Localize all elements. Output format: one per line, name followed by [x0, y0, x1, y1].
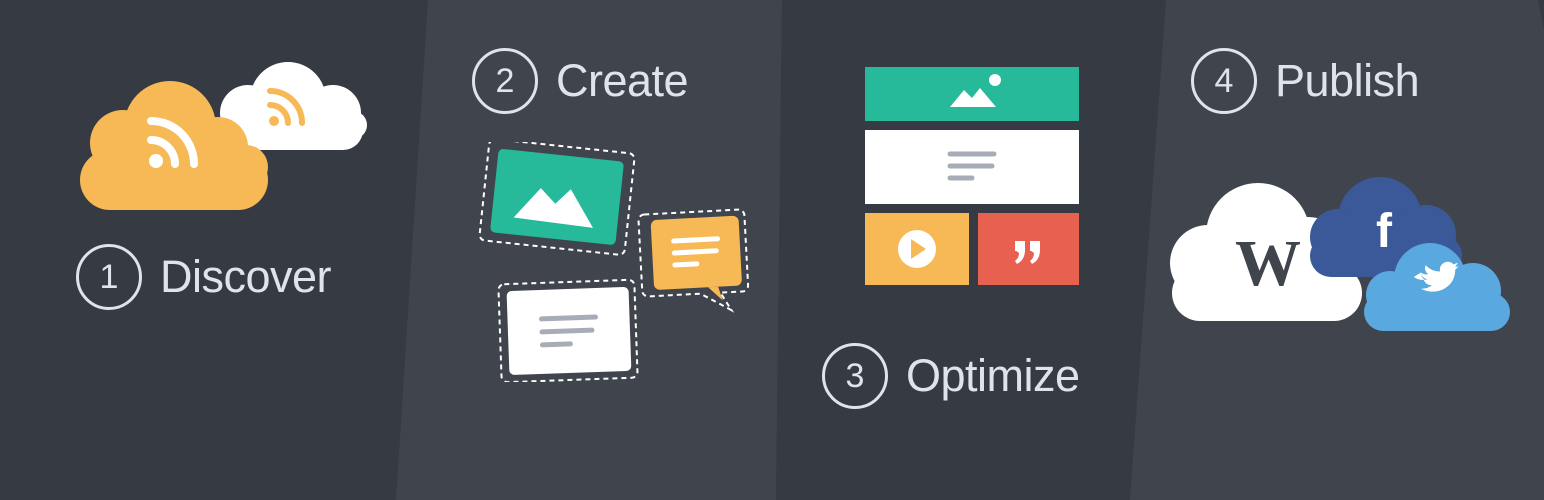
step-optimize: 3 Optimize — [822, 343, 1080, 409]
step-number-badge: 2 — [472, 48, 538, 114]
step-label: Optimize — [906, 350, 1080, 401]
speech-bubble-card — [637, 208, 750, 313]
sun-icon — [989, 74, 1001, 86]
step-number-badge: 3 — [822, 343, 888, 409]
wordpress-icon: W — [1235, 227, 1301, 300]
step-number-badge: 1 — [76, 244, 142, 310]
social-clouds-icon: W f — [1170, 177, 1510, 331]
quote-block — [978, 213, 1079, 285]
facebook-icon: f — [1376, 205, 1393, 258]
layout-grid-icon — [865, 67, 1079, 285]
step-number-badge: 4 — [1191, 48, 1257, 114]
rss-clouds-icon — [80, 62, 367, 210]
image-card — [478, 142, 636, 256]
step-label: Discover — [160, 251, 332, 302]
step-publish: 4 Publish — [1191, 48, 1420, 114]
content-cards-icon — [478, 142, 750, 382]
header-block — [865, 67, 1079, 121]
step-discover: 1 Discover — [76, 244, 332, 310]
step-label: Create — [556, 55, 689, 106]
text-card — [497, 278, 639, 382]
step-label: Publish — [1275, 55, 1420, 106]
step-create: 2 Create — [472, 48, 689, 114]
